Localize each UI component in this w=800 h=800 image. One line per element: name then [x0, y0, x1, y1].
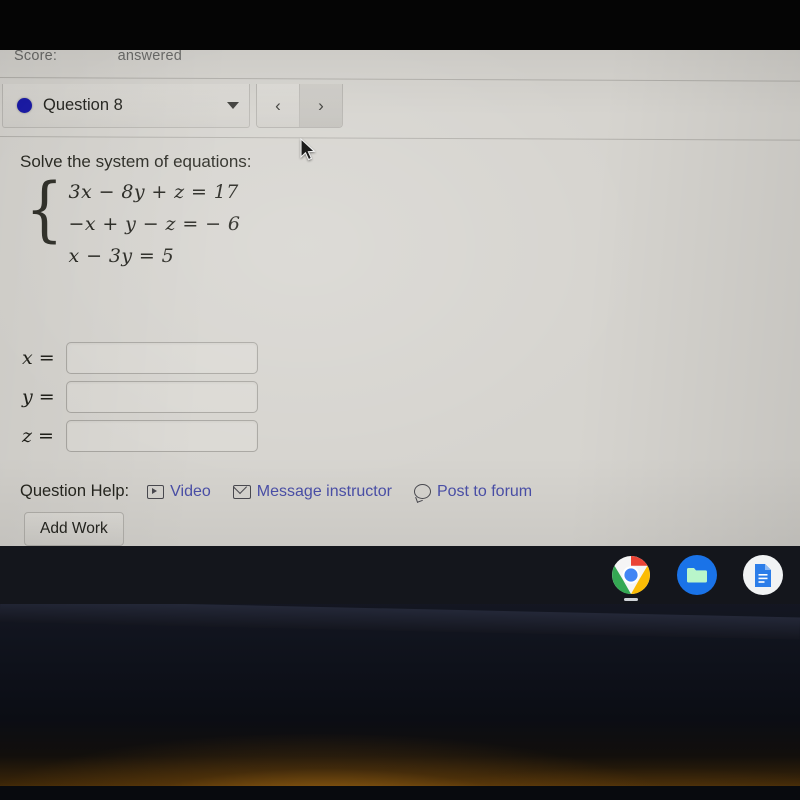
question-selector-dropdown[interactable]: Question 8 [2, 84, 250, 128]
next-question-button[interactable]: › [300, 84, 342, 127]
docs-icon [743, 555, 783, 595]
equation-2: −x + y − z = − 6 [68, 213, 241, 235]
x-label: x = [22, 347, 55, 369]
question-header: Question 8 ‹ › [0, 84, 800, 132]
mouse-cursor-icon [300, 138, 316, 161]
answer-row-x: x = [22, 342, 258, 374]
divider-bottom [0, 136, 800, 141]
question-help-label: Question Help: [20, 482, 130, 500]
equation-3: x − 3y = 5 [68, 245, 175, 267]
video-help-label: Video [170, 482, 211, 500]
chat-bubble-icon [413, 484, 431, 499]
question-nav-group: ‹ › [256, 84, 343, 128]
z-label: z = [22, 425, 54, 447]
post-to-forum-link[interactable]: Post to forum [413, 482, 533, 501]
shelf-icon-group [610, 554, 784, 601]
score-text: Score: [14, 48, 58, 64]
laptop-body [0, 600, 800, 800]
laptop-screen: Score: answered Question 8 ‹ › Solve the [0, 46, 800, 546]
divider-top [0, 77, 800, 82]
shelf-item-docs[interactable] [742, 554, 784, 596]
shelf-item-chrome[interactable] [610, 554, 652, 601]
envelope-icon [232, 484, 251, 499]
left-brace-glyph: { [25, 168, 64, 250]
video-icon [147, 484, 165, 499]
question-help-row: Question Help: Video Message instructor … [20, 482, 554, 501]
shelf-item-files[interactable] [676, 554, 718, 596]
message-instructor-link[interactable]: Message instructor [232, 482, 392, 501]
previous-question-button[interactable]: ‹ [257, 84, 300, 127]
video-help-link[interactable]: Video [147, 483, 211, 501]
question-status-dot-icon [17, 98, 32, 113]
question-label: Question 8 [43, 96, 123, 114]
files-icon [677, 555, 717, 595]
taskbar-shelf [0, 546, 800, 604]
chevron-down-icon [227, 102, 239, 109]
answer-row-y: y = [22, 381, 258, 413]
post-to-forum-label: Post to forum [436, 482, 533, 500]
chrome-icon [612, 556, 650, 594]
desk-light-reflection [0, 680, 800, 800]
z-answer-input[interactable] [66, 420, 258, 452]
laptop-hinge-edge [0, 600, 800, 640]
top-letterbox [0, 0, 800, 50]
bottom-letterbox [0, 786, 800, 800]
photo-of-laptop-screen: Score: answered Question 8 ‹ › Solve the [0, 0, 800, 800]
add-work-button[interactable]: Add Work [24, 512, 124, 546]
message-instructor-label: Message instructor [256, 482, 392, 500]
system-of-equations: { 3x − 8y + z = 17 −x + y − z = − 6 x − … [22, 170, 241, 272]
answer-row-z: z = [22, 420, 258, 452]
x-answer-input[interactable] [66, 342, 258, 374]
assignment-status-line: Score: answered [14, 48, 182, 64]
equation-1: 3x − 8y + z = 17 [68, 181, 239, 203]
chrome-active-indicator [624, 598, 638, 601]
y-label: y = [22, 386, 55, 408]
answered-text: answered [117, 48, 183, 64]
answer-fields: x = y = z = [22, 342, 258, 459]
y-answer-input[interactable] [66, 381, 258, 413]
